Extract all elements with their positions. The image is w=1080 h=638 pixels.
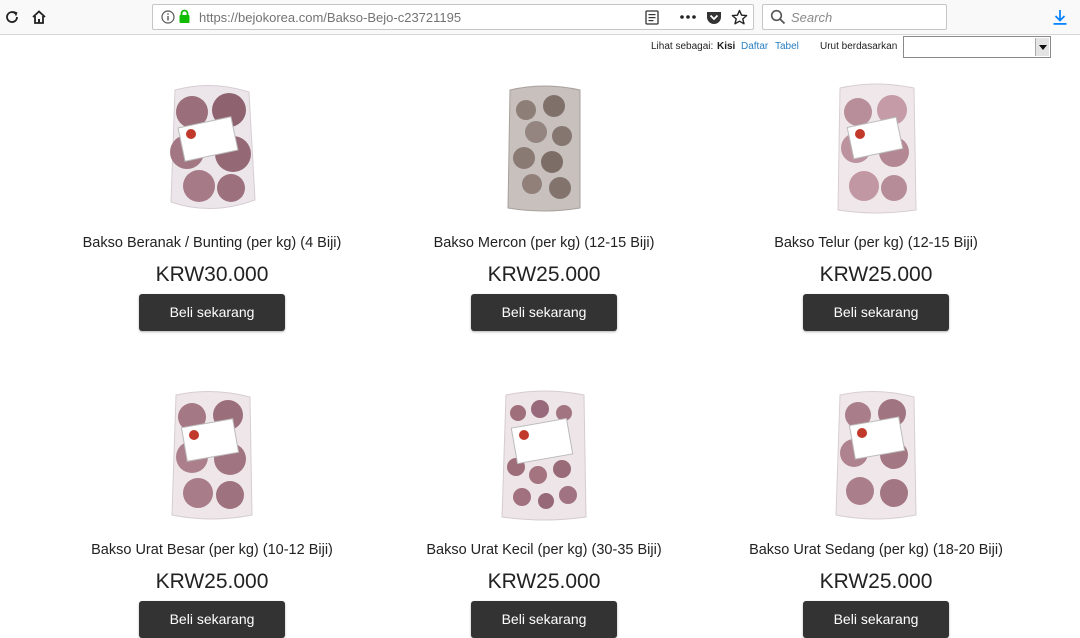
product-image[interactable] [162, 389, 262, 523]
view-table-link[interactable]: Tabel [775, 41, 799, 52]
buy-now-button[interactable]: Beli sekarang [471, 294, 617, 331]
product-price: KRW25.000 [819, 570, 933, 593]
sort-label: Urut berdasarkan [820, 41, 898, 52]
product-price: KRW30.000 [155, 263, 269, 286]
url-text[interactable]: https://bejokorea.com/Bakso-Bejo-c237211… [199, 10, 461, 25]
product-image[interactable] [826, 389, 926, 523]
view-as-label: Lihat sebagai: [651, 41, 714, 52]
buy-now-button[interactable]: Beli sekarang [139, 294, 285, 331]
url-path: /Bakso-Bejo-c23721195 [323, 10, 462, 25]
browser-toolbar: https://bejokorea.com/Bakso-Bejo-c237211… [0, 0, 1080, 35]
buy-now-button[interactable]: Beli sekarang [803, 294, 949, 331]
download-icon[interactable] [1050, 7, 1070, 27]
reload-icon[interactable] [2, 7, 22, 27]
url-host: https://bejokorea.com [199, 10, 324, 25]
view-grid-option[interactable]: Kisi [717, 41, 735, 52]
bookmark-star-icon[interactable] [729, 7, 749, 27]
buy-now-button[interactable]: Beli sekarang [139, 601, 285, 638]
product-name[interactable]: Bakso Mercon (per kg) (12-15 Biji) [379, 235, 709, 251]
buy-now-button[interactable]: Beli sekarang [471, 601, 617, 638]
home-icon[interactable] [29, 7, 49, 27]
product-price: KRW25.000 [487, 263, 601, 286]
product-price: KRW25.000 [819, 263, 933, 286]
product-image[interactable] [494, 389, 594, 523]
dropdown-arrow-icon[interactable] [1035, 38, 1049, 56]
search-icon [770, 9, 786, 30]
secure-lock-icon[interactable] [178, 9, 191, 29]
search-placeholder: Search [791, 10, 833, 25]
product-image[interactable] [496, 82, 592, 216]
product-price: KRW25.000 [155, 570, 269, 593]
product-name[interactable]: Bakso Urat Besar (per kg) (10-12 Biji) [47, 542, 377, 558]
pocket-icon[interactable] [704, 7, 724, 27]
view-options-bar: Lihat sebagai: Kisi Daftar Tabel Urut be… [0, 36, 1080, 62]
info-icon[interactable] [161, 10, 175, 29]
product-name[interactable]: Bakso Urat Kecil (per kg) (30-35 Biji) [379, 542, 709, 558]
product-name[interactable]: Bakso Telur (per kg) (12-15 Biji) [711, 235, 1041, 251]
product-image[interactable] [830, 82, 922, 216]
search-bar[interactable]: Search [762, 4, 947, 30]
page-actions-icon[interactable] [678, 7, 698, 27]
buy-now-button[interactable]: Beli sekarang [803, 601, 949, 638]
url-bar[interactable]: https://bejokorea.com/Bakso-Bejo-c237211… [152, 4, 754, 30]
product-name[interactable]: Bakso Urat Sedang (per kg) (18-20 Biji) [711, 542, 1041, 558]
product-image[interactable] [157, 82, 267, 216]
product-price: KRW25.000 [487, 570, 601, 593]
reader-view-icon[interactable] [645, 10, 659, 30]
product-name[interactable]: Bakso Beranak / Bunting (per kg) (4 Biji… [47, 235, 377, 251]
view-list-link[interactable]: Daftar [741, 41, 768, 52]
sort-select[interactable] [903, 36, 1051, 58]
